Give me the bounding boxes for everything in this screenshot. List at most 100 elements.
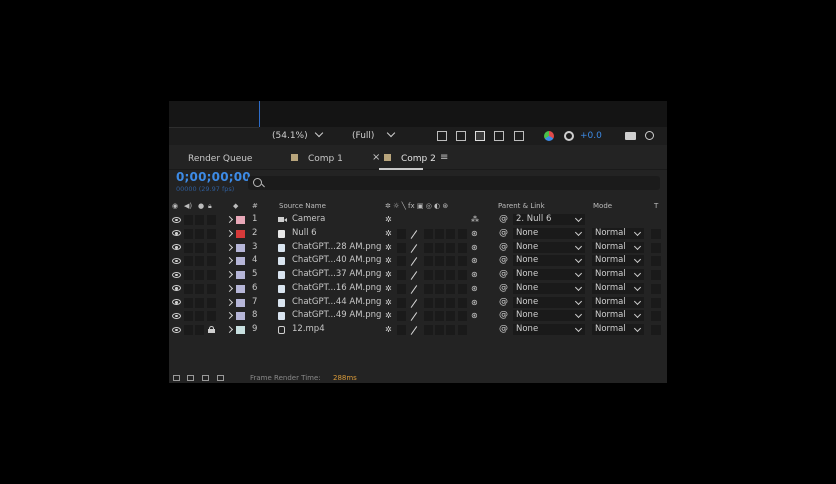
pick-whip-icon[interactable]: @ [499, 241, 508, 255]
solo-toggle[interactable] [195, 270, 204, 280]
effects-switch[interactable] [424, 256, 433, 267]
motion-blur-switch[interactable] [446, 256, 455, 267]
effects-switch[interactable] [424, 297, 433, 308]
visibility-eye-icon[interactable] [172, 285, 181, 292]
blend-mode-dropdown[interactable]: Normal [592, 310, 644, 322]
adjustment-switch[interactable] [458, 311, 467, 322]
blend-mode-dropdown[interactable]: Normal [592, 227, 644, 239]
track-matte-toggle[interactable] [651, 270, 661, 280]
quality-switch-icon[interactable] [409, 230, 417, 238]
motion-blur-switch[interactable] [446, 242, 455, 253]
snapshot-camera-icon[interactable] [625, 132, 636, 140]
layer-search-input[interactable] [248, 176, 660, 190]
solo-toggle[interactable] [195, 297, 204, 308]
shy-switch-icon[interactable]: ✲ [385, 323, 392, 337]
collapse-switch[interactable] [397, 242, 406, 253]
collapse-switch[interactable] [397, 311, 406, 322]
layer-row[interactable]: 3 ChatGPT...28 AM.png ✲ ⊛ @ None Normal [169, 241, 667, 255]
solo-toggle[interactable] [195, 311, 204, 322]
effects-switch[interactable] [424, 270, 433, 280]
zoom-dropdown[interactable]: (54.1%) [272, 128, 323, 143]
resolution-dropdown[interactable]: (Full) [352, 128, 396, 143]
number-header[interactable]: # [252, 200, 258, 212]
shy-switch-icon[interactable]: ✲ [385, 254, 392, 268]
collapse-switch[interactable] [397, 325, 406, 335]
frame-blend-switch[interactable] [435, 228, 444, 239]
chevron-right-icon[interactable] [225, 270, 234, 279]
quality-switch-icon[interactable] [409, 312, 417, 320]
visibility-eye-icon[interactable] [172, 312, 181, 319]
modes-icon[interactable] [217, 375, 224, 381]
audio-toggle[interactable] [184, 297, 193, 308]
frame-blend-switch[interactable] [435, 297, 444, 308]
visibility-eye-icon[interactable] [172, 244, 181, 250]
parent-dropdown[interactable]: None [513, 255, 585, 267]
blend-mode-dropdown[interactable]: Normal [592, 324, 644, 335]
chevron-right-icon[interactable] [225, 325, 234, 334]
label-color-swatch[interactable] [236, 257, 245, 266]
layer-name[interactable]: Null 6 [292, 227, 317, 241]
motion-blur-switch[interactable] [446, 270, 455, 280]
adjustment-switch[interactable] [458, 242, 467, 253]
track-matte-toggle[interactable] [651, 325, 661, 335]
3d-layer-icon[interactable]: ⊛ [471, 282, 478, 296]
frame-blend-switch[interactable] [435, 311, 444, 322]
parent-dropdown[interactable]: None [513, 296, 585, 308]
chevron-right-icon[interactable] [225, 257, 234, 265]
track-matte-toggle[interactable] [651, 283, 661, 294]
layer-row[interactable]: 7 ChatGPT...44 AM.png ✲ ⊛ @ None Normal [169, 296, 667, 310]
chevron-right-icon[interactable] [225, 243, 234, 251]
3d-layer-icon[interactable]: ⊛ [471, 241, 478, 255]
solo-toggle[interactable] [195, 242, 204, 253]
effects-switch[interactable] [424, 311, 433, 322]
motion-blur-switch[interactable] [446, 228, 455, 239]
quality-switch-icon[interactable] [409, 271, 417, 279]
layer-row[interactable]: 6 ChatGPT...16 AM.png ✲ ⊛ @ None Normal [169, 282, 667, 296]
lock-toggle[interactable] [207, 283, 216, 294]
label-color-swatch[interactable] [236, 298, 245, 307]
lock-header-icon[interactable]: 🔒︎ [208, 200, 212, 212]
label-header-icon[interactable]: ◆ [233, 200, 238, 212]
blend-mode-dropdown[interactable]: Normal [592, 282, 644, 294]
color-channels-icon[interactable] [544, 131, 554, 141]
layer-name[interactable]: ChatGPT...16 AM.png [292, 282, 381, 296]
lock-toggle[interactable] [207, 228, 216, 239]
solo-header-icon[interactable]: ● [198, 200, 204, 212]
frame-blend-switch[interactable] [435, 283, 444, 294]
effects-switch[interactable] [424, 228, 433, 239]
motion-blur-switch[interactable] [446, 311, 455, 322]
lock-toggle[interactable] [207, 297, 216, 308]
render-time-icon[interactable] [187, 375, 194, 381]
visibility-eye-icon[interactable] [172, 216, 181, 223]
shy-switch-icon[interactable]: ✲ [385, 213, 392, 227]
layer-row[interactable]: 4 ChatGPT...40 AM.png ✲ ⊛ @ None Normal [169, 254, 667, 268]
track-matte-toggle[interactable] [651, 228, 661, 239]
audio-toggle[interactable] [184, 215, 193, 225]
panel-menu-icon[interactable]: ≡ [440, 152, 448, 164]
label-color-swatch[interactable] [236, 326, 245, 334]
switches-icon[interactable] [202, 375, 209, 381]
parent-dropdown[interactable]: None [513, 282, 585, 294]
3d-layer-icon[interactable]: ⊛ [471, 296, 478, 310]
visibility-eye-icon[interactable] [172, 326, 181, 333]
parent-dropdown[interactable]: None [513, 241, 585, 253]
lock-toggle[interactable] [207, 270, 216, 280]
chevron-right-icon[interactable] [225, 298, 234, 306]
audio-toggle[interactable] [184, 283, 193, 294]
visibility-eye-icon[interactable] [172, 230, 181, 237]
label-color-swatch[interactable] [236, 271, 245, 279]
audio-toggle[interactable] [184, 228, 193, 239]
lock-toggle[interactable] [207, 242, 216, 253]
source-name-header[interactable]: Source Name [279, 200, 326, 212]
video-toggle-header-icon[interactable]: ◉ [172, 200, 178, 212]
quality-switch-icon[interactable] [409, 257, 417, 265]
quality-switch-icon[interactable] [409, 285, 417, 293]
comp-flowchart-icon[interactable] [173, 375, 180, 381]
label-color-swatch[interactable] [236, 284, 245, 293]
quality-switch-icon[interactable] [409, 244, 417, 252]
current-time-display[interactable]: 0;00;00;00 [176, 170, 251, 184]
audio-toggle[interactable] [184, 256, 193, 267]
shy-switch-icon[interactable]: ✲ [385, 296, 392, 310]
layer-name[interactable]: ChatGPT...40 AM.png [292, 254, 381, 268]
frame-blend-switch[interactable] [435, 256, 444, 267]
